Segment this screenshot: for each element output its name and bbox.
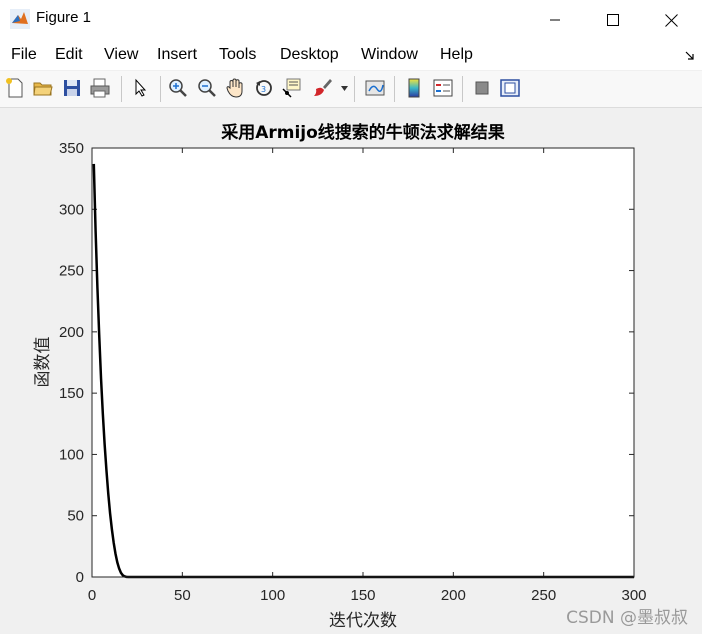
window-title: Figure 1 <box>36 9 92 26</box>
close-icon <box>664 13 678 27</box>
close-button[interactable] <box>642 0 700 40</box>
y-axis-label: 函数值 <box>33 337 53 388</box>
hide-plot-tools-icon[interactable] <box>471 77 493 99</box>
line-chart: 0 50 100 150 200 250 300050100150200250300350 … <box>33 122 647 631</box>
toolbar-separator <box>121 76 122 102</box>
brush-dropdown-icon[interactable] <box>341 86 348 91</box>
open-file-icon[interactable] <box>32 77 54 99</box>
colorbar-icon[interactable] <box>403 77 425 99</box>
x-tick-label: 100 <box>260 587 285 604</box>
rotate-3d-icon[interactable]: 3 <box>253 77 275 99</box>
svg-text:3: 3 <box>261 85 266 94</box>
zoom-out-icon[interactable] <box>196 77 218 99</box>
data-cursor-icon[interactable] <box>281 77 303 99</box>
y-tick-label: 300 <box>59 201 84 218</box>
plot-area <box>92 148 634 577</box>
x-axis-label: 迭代次数 <box>329 611 397 631</box>
y-tick-label: 250 <box>59 263 84 280</box>
y-tick-label: 0 <box>76 569 84 586</box>
legend-icon[interactable] <box>432 77 454 99</box>
toolbar-separator <box>462 76 463 102</box>
x-tick-label: 300 <box>621 587 646 604</box>
menu-window[interactable]: Window <box>361 46 418 64</box>
maximize-button[interactable] <box>584 0 642 40</box>
print-icon[interactable] <box>89 77 111 99</box>
menu-tools[interactable]: Tools <box>219 46 256 64</box>
watermark: CSDN @墨叔叔 <box>566 608 688 628</box>
y-tick-label: 350 <box>59 140 84 157</box>
y-tick-label: 50 <box>67 508 84 525</box>
x-tick-label: 50 <box>174 587 191 604</box>
y-tick-label: 200 <box>59 324 84 341</box>
y-tick-label: 100 <box>59 446 84 463</box>
new-figure-icon[interactable] <box>4 77 26 99</box>
brush-icon[interactable] <box>311 77 333 99</box>
pan-hand-icon[interactable] <box>224 77 246 99</box>
maximize-icon <box>607 14 619 26</box>
x-tick-label: 150 <box>350 587 375 604</box>
menu-help[interactable]: Help <box>440 46 473 64</box>
menu-edit[interactable]: Edit <box>55 46 83 64</box>
dock-arrow-icon[interactable] <box>685 51 695 61</box>
select-arrow-icon[interactable] <box>130 77 152 99</box>
x-tick-label: 200 <box>441 587 466 604</box>
x-tick-label: 250 <box>531 587 556 604</box>
save-icon[interactable] <box>61 77 83 99</box>
minimize-icon <box>550 19 560 21</box>
window-title-bar: Figure 1 <box>0 0 702 40</box>
menu-file[interactable]: File <box>11 46 37 64</box>
toolbar-separator <box>394 76 395 102</box>
menu-insert[interactable]: Insert <box>157 46 197 64</box>
toolbar-separator <box>160 76 161 102</box>
matlab-icon <box>10 9 30 29</box>
minimize-button[interactable] <box>526 0 584 40</box>
chart-title: 采用Armijo线搜索的牛顿法求解结果 <box>220 122 505 143</box>
menu-view[interactable]: View <box>104 46 138 64</box>
y-tick-label: 150 <box>59 385 84 402</box>
menu-bar: File Edit View Insert Tools Desktop Wind… <box>0 40 702 70</box>
figure-toolbar: 3 <box>0 71 702 108</box>
toolbar-separator <box>354 76 355 102</box>
link-plot-icon[interactable] <box>364 77 386 99</box>
menu-desktop[interactable]: Desktop <box>280 46 339 64</box>
x-tick-label: 0 <box>88 587 96 604</box>
show-plot-tools-icon[interactable] <box>499 77 521 99</box>
zoom-in-icon[interactable] <box>167 77 189 99</box>
